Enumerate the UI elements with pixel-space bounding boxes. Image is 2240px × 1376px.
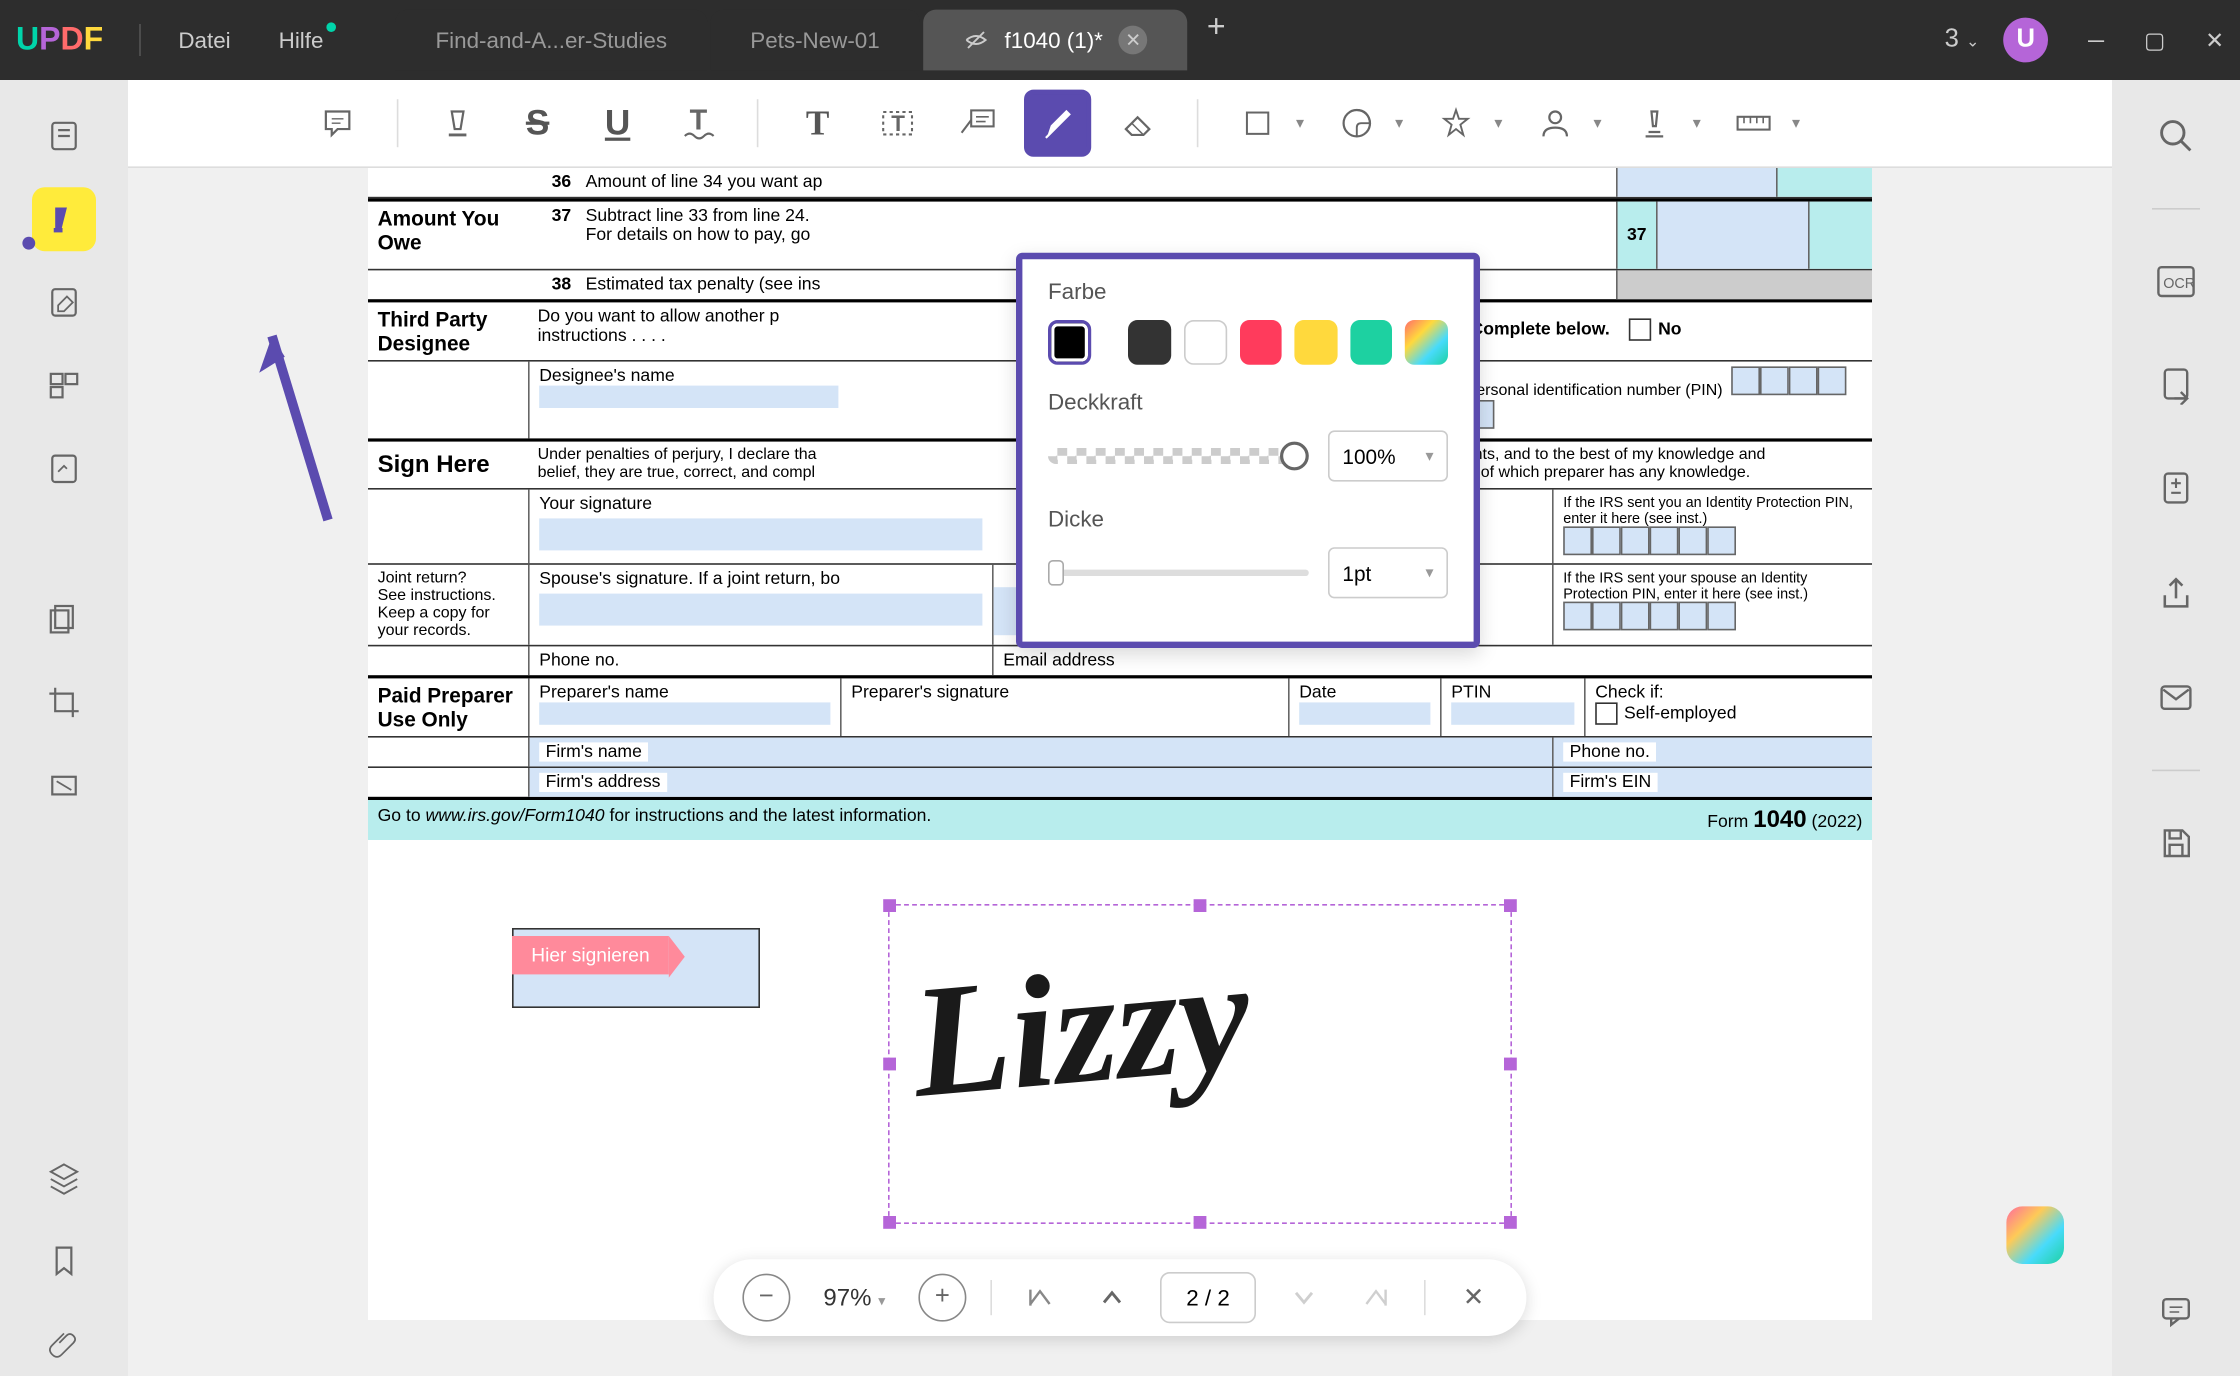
window-minimize[interactable]: ─	[2088, 26, 2104, 53]
edit-text-icon[interactable]	[32, 270, 96, 334]
highlight-tool[interactable]	[424, 90, 491, 157]
app-logo: UPDF	[16, 22, 103, 59]
notification-count[interactable]: 3 ⌄	[1945, 26, 1980, 55]
search-icon[interactable]	[2144, 104, 2208, 168]
strikethrough-tool[interactable]: S	[504, 90, 571, 157]
svg-text:T: T	[690, 105, 708, 137]
crop-icon[interactable]	[32, 670, 96, 734]
stamp-tool[interactable]	[1422, 90, 1489, 157]
zoom-out-button[interactable]: −	[742, 1274, 790, 1322]
reader-icon[interactable]	[32, 104, 96, 168]
color-swatch-teal[interactable]	[1350, 320, 1393, 365]
color-label: Farbe	[1048, 278, 1448, 304]
share-icon[interactable]	[2144, 562, 2208, 626]
color-swatch-white[interactable]	[1184, 320, 1227, 365]
eraser-tool[interactable]	[1104, 90, 1171, 157]
opacity-slider[interactable]	[1048, 448, 1309, 464]
tab-add-button[interactable]: +	[1191, 10, 1242, 71]
tab-0[interactable]: Find-and-A...er-Studies	[395, 10, 707, 71]
redact-icon[interactable]	[32, 754, 96, 818]
comment-tool-icon[interactable]	[32, 187, 96, 251]
svg-text:T: T	[891, 111, 905, 136]
pencil-style-popup: Farbe Deckkraft 100%▾ Dicke	[1016, 253, 1480, 648]
prev-page-button[interactable]	[1088, 1274, 1136, 1322]
opacity-value[interactable]: 100%▾	[1328, 430, 1448, 481]
sticker-tool[interactable]	[1323, 90, 1390, 157]
convert-icon[interactable]	[2144, 354, 2208, 418]
tab-close-icon[interactable]: ✕	[1119, 26, 1148, 55]
color-swatch-custom[interactable]	[1405, 320, 1448, 365]
text-tool[interactable]: T	[784, 90, 851, 157]
pencil-tool[interactable]	[1024, 90, 1091, 157]
save-icon[interactable]	[2144, 811, 2208, 875]
arrow-annotation	[256, 328, 352, 536]
tab-2[interactable]: f1040 (1)* ✕	[923, 10, 1188, 71]
sign-here-tag[interactable]: Hier signieren	[512, 936, 669, 974]
shape-tool[interactable]	[1224, 90, 1291, 157]
email-icon[interactable]	[2144, 666, 2208, 730]
zoom-in-button[interactable]: +	[918, 1274, 966, 1322]
contact-tool[interactable]	[1522, 90, 1589, 157]
next-page-button[interactable]	[1280, 1274, 1328, 1322]
ocr-icon[interactable]: OCR	[2144, 250, 2208, 314]
attachment-icon[interactable]	[32, 1312, 96, 1376]
underline-tool[interactable]: U	[584, 90, 651, 157]
window-close[interactable]: ✕	[2205, 26, 2224, 53]
signature-tool[interactable]	[1621, 90, 1688, 157]
bookmark-icon[interactable]	[32, 1229, 96, 1293]
annotation-toolbar: S U T T T	[128, 80, 2112, 168]
measure-tool[interactable]	[1720, 90, 1787, 157]
textbox-tool[interactable]: T	[864, 90, 931, 157]
signature-text[interactable]: Lizzy	[905, 922, 1258, 1135]
color-swatch-black[interactable]	[1048, 320, 1091, 365]
sidebar-left	[0, 80, 128, 1376]
thickness-slider[interactable]	[1048, 570, 1309, 576]
titlebar: UPDF Datei Hilfe Find-and-A...er-Studies…	[0, 0, 2240, 80]
first-page-button[interactable]	[1016, 1274, 1064, 1322]
thickness-label: Dicke	[1048, 506, 1448, 532]
window-maximize[interactable]: ▢	[2144, 26, 2165, 53]
page-input[interactable]	[1160, 1272, 1256, 1323]
callout-tool[interactable]	[944, 90, 1011, 157]
note-tool[interactable]	[304, 90, 371, 157]
last-page-button[interactable]	[1352, 1274, 1400, 1322]
pages-icon[interactable]	[32, 587, 96, 651]
color-swatch-yellow[interactable]	[1295, 320, 1338, 365]
comments-panel-icon[interactable]	[2144, 1280, 2208, 1344]
avatar[interactable]: U	[2003, 18, 2048, 63]
menu-help[interactable]: Hilfe	[279, 27, 324, 53]
color-swatch-darkgrey[interactable]	[1129, 320, 1172, 365]
zoom-page-bar: − 97% ▾ + ✕	[714, 1259, 1527, 1336]
tab-1[interactable]: Pets-New-01	[710, 10, 919, 71]
svg-text:OCR: OCR	[2163, 276, 2195, 292]
layers-icon[interactable]	[32, 1146, 96, 1210]
close-bar-button[interactable]: ✕	[1450, 1274, 1498, 1322]
compress-icon[interactable]	[2144, 458, 2208, 522]
menu-file[interactable]: Datei	[178, 27, 230, 53]
color-swatch-red[interactable]	[1239, 320, 1282, 365]
squiggly-tool[interactable]: T	[664, 90, 731, 157]
zoom-value[interactable]: 97% ▾	[814, 1284, 894, 1311]
opacity-label: Deckkraft	[1048, 389, 1448, 415]
organize-icon[interactable]	[32, 354, 96, 418]
no-preview-icon	[963, 27, 989, 53]
thickness-value[interactable]: 1pt▾	[1328, 547, 1448, 598]
ai-assistant-button[interactable]	[2006, 1206, 2064, 1264]
sidebar-right: OCR	[2112, 80, 2240, 1376]
fill-sign-icon[interactable]	[32, 437, 96, 501]
